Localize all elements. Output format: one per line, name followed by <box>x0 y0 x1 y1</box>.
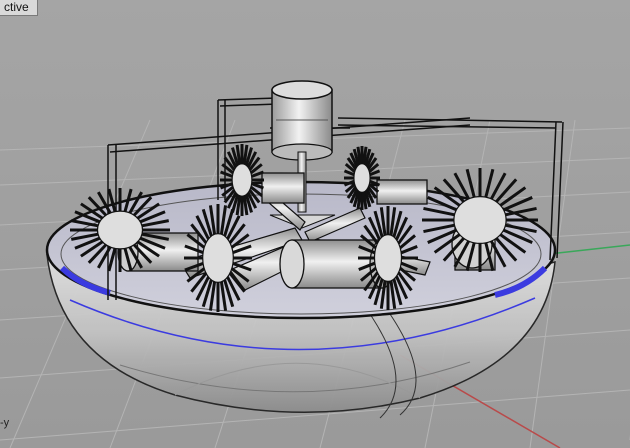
model-scene <box>0 80 630 448</box>
viewport-title-tab[interactable]: ctive <box>0 0 38 16</box>
axis-label: -y <box>0 417 10 429</box>
perspective-viewport[interactable]: ctive -y <box>0 0 630 448</box>
